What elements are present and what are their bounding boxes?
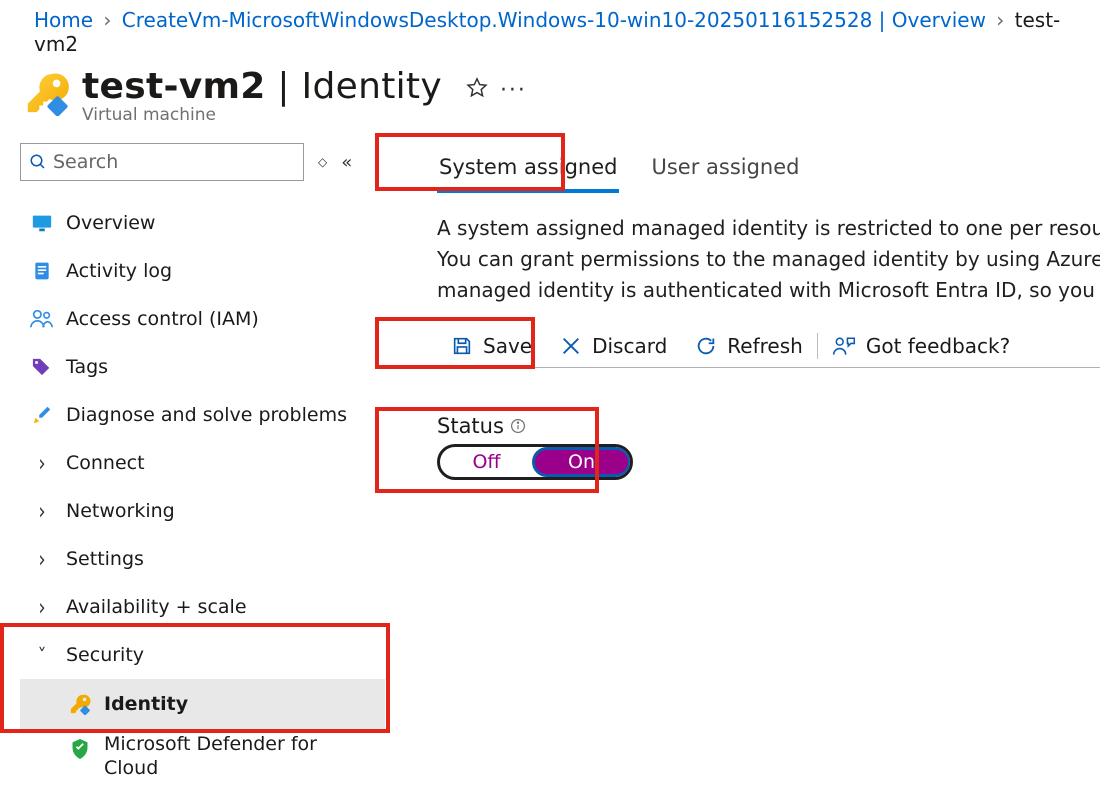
star-icon[interactable] bbox=[466, 77, 488, 104]
tools-icon bbox=[30, 403, 54, 427]
breadcrumb: Home › CreateVm-MicrosoftWindowsDesktop.… bbox=[0, 8, 1100, 62]
search-icon bbox=[29, 153, 47, 171]
collapse-sidebar-icon[interactable]: « bbox=[341, 152, 352, 173]
info-icon[interactable] bbox=[510, 418, 526, 434]
sidebar-item-activity-log[interactable]: Activity log bbox=[20, 247, 385, 295]
close-icon bbox=[560, 335, 582, 357]
chevron-right-icon: › bbox=[992, 8, 1008, 32]
tab-user-assigned[interactable]: User assigned bbox=[649, 153, 801, 193]
shield-icon bbox=[68, 737, 92, 761]
breadcrumb-overview[interactable]: CreateVm-MicrosoftWindowsDesktop.Windows… bbox=[122, 8, 986, 32]
search-input[interactable]: Search bbox=[20, 143, 304, 181]
status-label: Status bbox=[437, 414, 1100, 438]
sidebar-item-overview[interactable]: Overview bbox=[20, 199, 385, 247]
feedback-icon bbox=[832, 335, 856, 357]
save-icon bbox=[451, 335, 473, 357]
key-icon bbox=[24, 70, 70, 121]
sidebar-item-networking[interactable]: › Networking bbox=[20, 487, 385, 535]
sidebar-item-diagnose[interactable]: Diagnose and solve problems bbox=[20, 391, 385, 439]
log-icon bbox=[30, 259, 54, 283]
save-button[interactable]: Save bbox=[437, 324, 546, 367]
discard-button[interactable]: Discard bbox=[546, 324, 681, 367]
refresh-button[interactable]: Refresh bbox=[681, 324, 817, 367]
sidebar-item-iam[interactable]: Access control (IAM) bbox=[20, 295, 385, 343]
sidebar-item-security[interactable]: ˅ Security bbox=[20, 631, 385, 679]
chevron-right-icon: › bbox=[99, 8, 115, 32]
chevron-right-icon: › bbox=[30, 591, 54, 622]
breadcrumb-home[interactable]: Home bbox=[34, 8, 93, 32]
chevron-down-icon: ˅ bbox=[30, 643, 54, 667]
main-content: System assigned User assigned A system a… bbox=[385, 143, 1100, 480]
tags-icon bbox=[30, 355, 54, 379]
key-icon bbox=[68, 692, 92, 716]
feedback-button[interactable]: Got feedback? bbox=[818, 324, 1024, 367]
sidebar-nav: Overview Activity log Access control (IA… bbox=[20, 199, 385, 787]
sidebar-item-settings[interactable]: › Settings bbox=[20, 535, 385, 583]
chevron-right-icon: › bbox=[30, 447, 54, 478]
tab-bar: System assigned User assigned bbox=[437, 153, 1100, 193]
more-icon[interactable]: ··· bbox=[500, 78, 527, 103]
page-header: test-vm2 | Identity ··· Virtual machine bbox=[0, 62, 1100, 127]
sidebar-item-tags[interactable]: Tags bbox=[20, 343, 385, 391]
sidebar: Search ◇ « Overview Activity log bbox=[0, 143, 385, 787]
resource-type-label: Virtual machine bbox=[82, 105, 527, 125]
toolbar: Save Discard Refresh Got feed bbox=[437, 324, 1100, 368]
sidebar-item-identity[interactable]: Identity bbox=[20, 679, 385, 729]
monitor-icon bbox=[30, 211, 54, 235]
sidebar-item-availability[interactable]: › Availability + scale bbox=[20, 583, 385, 631]
page-title: test-vm2 | Identity bbox=[82, 66, 442, 107]
refresh-icon bbox=[695, 335, 717, 357]
chevron-right-icon: › bbox=[30, 495, 54, 526]
sidebar-item-defender[interactable]: Microsoft Defender for Cloud bbox=[20, 729, 385, 787]
status-toggle[interactable]: Off On bbox=[437, 444, 633, 480]
people-icon bbox=[30, 307, 54, 331]
sidebar-item-connect[interactable]: › Connect bbox=[20, 439, 385, 487]
toggle-off[interactable]: Off bbox=[440, 451, 533, 473]
toggle-on[interactable]: On bbox=[532, 447, 631, 477]
tab-system-assigned[interactable]: System assigned bbox=[437, 153, 619, 193]
chevron-right-icon: › bbox=[30, 543, 54, 574]
description-text: A system assigned managed identity is re… bbox=[437, 213, 1100, 306]
